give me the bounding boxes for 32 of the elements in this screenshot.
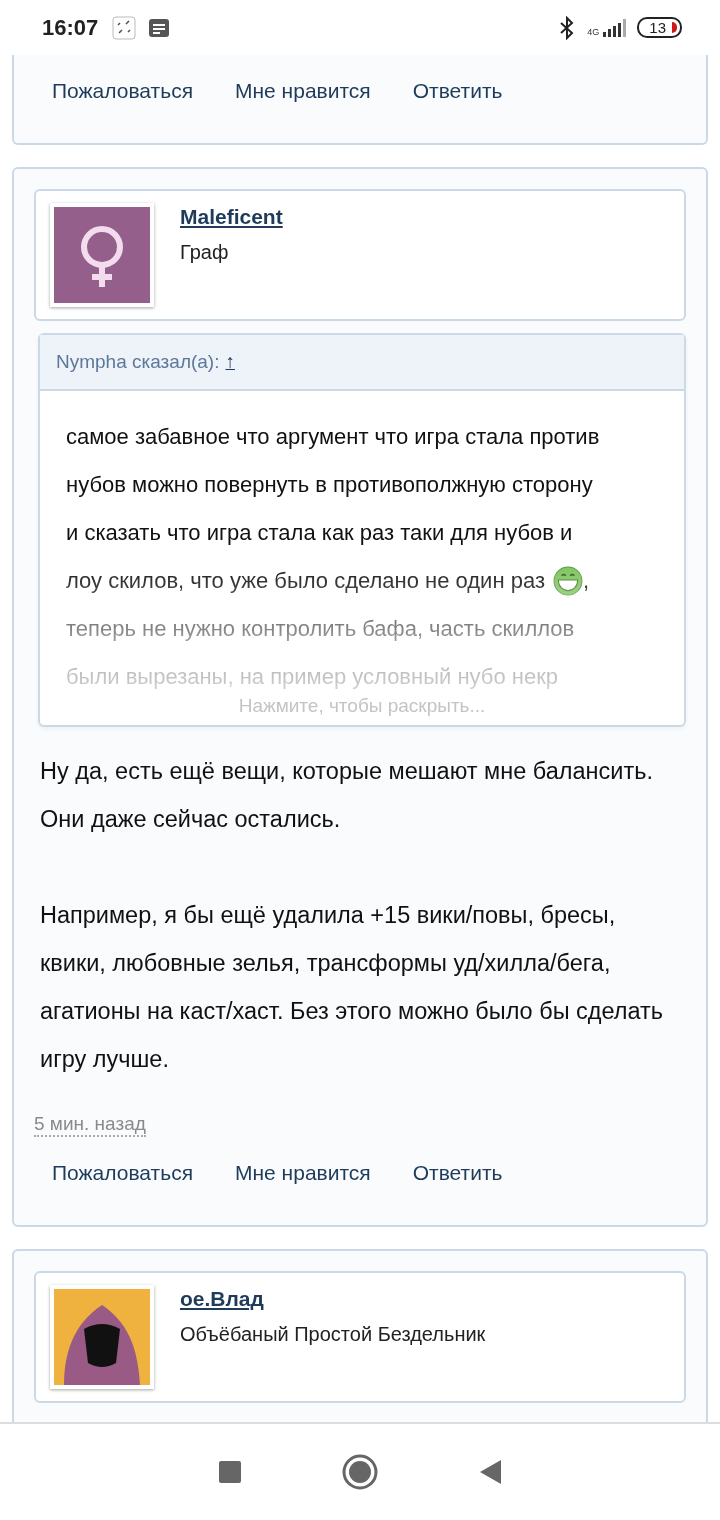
- action-link[interactable]: Пожаловаться: [52, 79, 193, 103]
- action-link[interactable]: Ответить: [412, 79, 503, 103]
- action-link[interactable]: Мне нравится: [235, 79, 371, 103]
- action-link[interactable]: Мне нравится: [235, 1161, 371, 1185]
- quote-author: Nympha сказал(а):: [56, 351, 220, 373]
- post-text: Например, я бы ещё удалила +15 вики/повы, бресы, квики, любовные зелья, трансформы уд/хилла/бега, агатионы на каст/хаст. Без этого можно было бы сделать игру лучше.: [40, 901, 665, 1074]
- clock: 16:07: [42, 14, 99, 41]
- recents-button[interactable]: [218, 1460, 242, 1484]
- quote-text: лоу скилов, что уже было сделано не один раз: [66, 567, 545, 595]
- back-button[interactable]: [478, 1459, 502, 1485]
- user-title: Объёбаный Простой Бездельник: [180, 1323, 486, 1346]
- quote-text: теперь не нужно контролить бафа, часть скиллов: [66, 615, 575, 643]
- action-link[interactable]: Ответить: [412, 1161, 503, 1185]
- action-link[interactable]: Пожаловаться: [52, 1161, 193, 1185]
- quote-text: ,: [583, 567, 590, 595]
- quote-text: были вырезаны, на пример условный нубо некр: [66, 663, 558, 691]
- username-link[interactable]: Maleficent: [180, 205, 283, 229]
- home-button[interactable]: [342, 1454, 378, 1490]
- app-notification-icon: [112, 15, 137, 40]
- signal-icon: [601, 18, 628, 37]
- quote-text: и сказать что игра стала как раз таки для нубов и: [66, 519, 573, 547]
- quote-text: нубов можно повернуть в противополжную сторону: [66, 471, 593, 499]
- quote-block[interactable]: [38, 333, 686, 727]
- post-text: Ну да, есть ещё вещи, которые мешают мне балансить. Они даже сейчас остались.: [40, 757, 654, 834]
- username-link[interactable]: ое.Влад: [180, 1287, 486, 1311]
- network-type: 4G: [587, 26, 600, 37]
- grin-emoji-icon: [553, 566, 583, 596]
- quote-text: самое забавное что аргумент что игра стала против: [66, 423, 600, 451]
- message-notification-icon: [148, 17, 171, 38]
- jump-link[interactable]: ↑: [225, 351, 235, 373]
- user-title: Граф: [180, 241, 230, 264]
- battery-indicator: 13: [637, 17, 682, 38]
